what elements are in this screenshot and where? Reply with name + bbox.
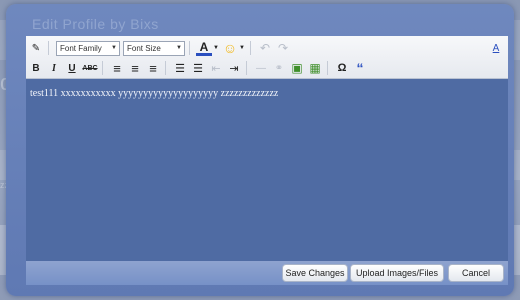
- editor-content-area[interactable]: test111 xxxxxxxxxxx yyyyyyyyyyyyyyyyyyyy…: [26, 79, 508, 261]
- editor-toolbar: ✎ Font Family ▼ Font Size ▼ A ▼ ☺ ▼ ↶ ↷ …: [26, 36, 508, 79]
- eraser-icon[interactable]: ✎: [28, 40, 44, 56]
- align-left-icon[interactable]: ≡: [109, 60, 125, 76]
- toolbar-separator: [165, 61, 166, 75]
- special-character-icon[interactable]: Ω: [334, 60, 350, 76]
- outdent-icon[interactable]: ⇤: [208, 60, 224, 76]
- font-size-select[interactable]: Font Size ▼: [123, 40, 185, 56]
- undo-icon[interactable]: ↶: [257, 40, 273, 56]
- dialog-title: Edit Profile by Bixs: [32, 16, 159, 32]
- blockquote-icon[interactable]: “: [352, 60, 368, 76]
- numbered-list-icon[interactable]: ☰: [190, 60, 206, 76]
- font-family-label: Font Family: [60, 43, 102, 53]
- unlink-icon[interactable]: ⚭: [271, 60, 287, 76]
- toolbar-separator: [250, 41, 251, 55]
- toolbar-separator: [246, 61, 247, 75]
- font-family-select[interactable]: Font Family ▼: [56, 40, 120, 56]
- align-center-icon[interactable]: ≡: [127, 60, 143, 76]
- insert-image-icon[interactable]: ▣: [289, 60, 305, 76]
- toolbar-separator: [102, 61, 103, 75]
- bold-icon[interactable]: B: [28, 60, 44, 76]
- chevron-down-icon[interactable]: ▼: [212, 40, 220, 56]
- cancel-button[interactable]: Cancel: [448, 264, 504, 282]
- font-color-icon[interactable]: A: [196, 40, 212, 56]
- toolbar-separator: [48, 41, 49, 55]
- chevron-down-icon: ▼: [176, 45, 182, 51]
- toolbar-row-2: B I U ABC ≡ ≡ ≡ ☰ ☰ ⇤ ⇥ — ⚭ ▣ ▦ Ω “: [26, 58, 508, 78]
- chevron-down-icon: ▼: [111, 45, 117, 51]
- toolbar-separator: [189, 41, 190, 55]
- redo-icon[interactable]: ↷: [275, 40, 291, 56]
- italic-icon[interactable]: I: [46, 60, 62, 76]
- bullet-list-icon[interactable]: ☰: [172, 60, 188, 76]
- font-style-icon[interactable]: A: [488, 40, 504, 56]
- horizontal-rule-icon[interactable]: —: [253, 60, 269, 76]
- save-changes-button[interactable]: Save Changes: [282, 264, 348, 282]
- strikethrough-icon[interactable]: ABC: [82, 60, 98, 76]
- indent-icon[interactable]: ⇥: [226, 60, 242, 76]
- toolbar-row-1: ✎ Font Family ▼ Font Size ▼ A ▼ ☺ ▼ ↶ ↷ …: [26, 38, 508, 58]
- dialog-footer: Save Changes Upload Images/Files Cancel: [26, 261, 508, 285]
- toolbar-separator: [327, 61, 328, 75]
- chevron-down-icon[interactable]: ▼: [238, 40, 246, 56]
- underline-icon[interactable]: U: [64, 60, 80, 76]
- font-size-label: Font Size: [127, 43, 161, 53]
- insert-media-icon[interactable]: ▦: [307, 60, 323, 76]
- upload-files-button[interactable]: Upload Images/Files: [350, 264, 444, 282]
- align-right-icon[interactable]: ≡: [145, 60, 161, 76]
- emoticon-icon[interactable]: ☺: [222, 40, 238, 56]
- edit-dialog: Edit Profile by Bixs ✎ Font Family ▼ Fon…: [6, 4, 514, 296]
- editor-text[interactable]: test111 xxxxxxxxxxx yyyyyyyyyyyyyyyyyyyy…: [30, 88, 278, 99]
